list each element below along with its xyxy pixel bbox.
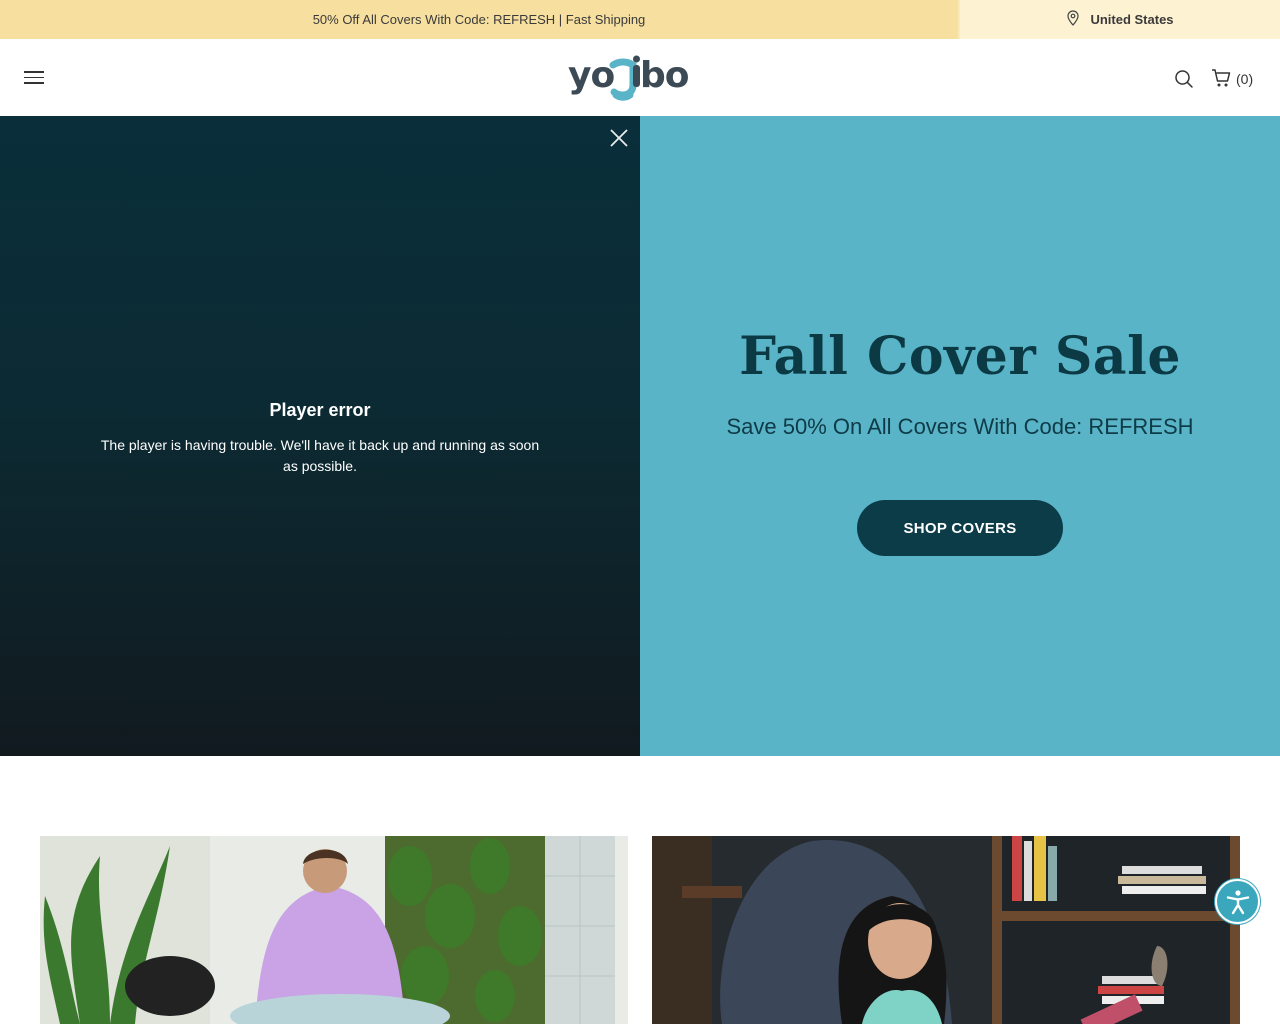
cart-button[interactable]: (0): [1210, 68, 1253, 90]
region-selector[interactable]: United States: [958, 0, 1280, 39]
cart-icon: [1210, 67, 1232, 92]
hero-section: Player error The player is having troubl…: [0, 116, 1280, 756]
promo-subtitle: Save 50% On All Covers With Code: REFRES…: [726, 414, 1194, 439]
promo-panel: Fall Cover Sale Save 50% On All Covers W…: [640, 116, 1280, 756]
announcement-bar: 50% Off All Covers With Code: REFRESH | …: [0, 0, 1280, 39]
player-error-title: Player error: [269, 400, 371, 420]
svg-text:yo: yo: [568, 55, 614, 96]
accessibility-icon[interactable]: [1215, 879, 1260, 924]
player-error: Player error The player is having troubl…: [100, 400, 540, 477]
close-icon[interactable]: [607, 126, 631, 150]
shop-covers-button[interactable]: SHOP COVERS: [857, 500, 1063, 556]
site-header: yo bo (0): [0, 39, 1280, 116]
player-error-message: The player is having trouble. We'll have…: [100, 437, 540, 474]
location-pin-icon: [1066, 10, 1080, 29]
svg-text:bo: bo: [640, 55, 689, 96]
promo-title: Fall Cover Sale: [739, 326, 1181, 387]
lifestyle-image-right[interactable]: [652, 836, 1240, 1024]
yogibo-logo[interactable]: yo bo: [566, 51, 690, 103]
search-icon[interactable]: [1174, 69, 1194, 89]
region-label: United States: [1090, 12, 1174, 27]
hamburger-menu-icon[interactable]: [24, 71, 44, 85]
video-player[interactable]: Player error The player is having troubl…: [0, 116, 640, 756]
announcement-message[interactable]: 50% Off All Covers With Code: REFRESH | …: [0, 0, 958, 39]
cart-count: (0): [1236, 71, 1254, 87]
lifestyle-image-left[interactable]: [40, 836, 628, 1024]
